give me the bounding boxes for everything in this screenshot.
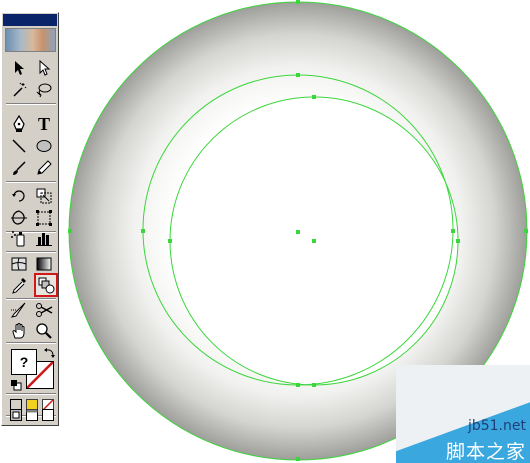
warp-icon xyxy=(11,210,27,225)
anchor-point[interactable] xyxy=(296,73,300,77)
scissors-tool[interactable] xyxy=(33,299,55,321)
mesh-tool[interactable] xyxy=(8,253,30,275)
gradient-icon xyxy=(36,257,52,271)
anchor-point[interactable] xyxy=(296,457,300,461)
fill-stroke-controls: ? xyxy=(8,347,58,395)
toolbox-divider xyxy=(6,342,56,344)
type-icon: T xyxy=(37,113,50,134)
anchor-point[interactable] xyxy=(296,0,300,4)
symbol-sprayer-tool[interactable] xyxy=(8,227,30,249)
arrow-icon xyxy=(15,61,24,75)
magic-wand-icon xyxy=(13,82,27,97)
brush-icon xyxy=(13,161,26,175)
hollow-arrow-icon xyxy=(39,60,51,76)
hand-tool[interactable] xyxy=(8,320,30,342)
blend-icon xyxy=(38,277,55,294)
ellipse-icon xyxy=(36,140,52,152)
ellipse-tool[interactable] xyxy=(33,135,55,157)
lasso-icon xyxy=(36,83,52,98)
watermark: jb51.net 脚本之家 xyxy=(396,365,530,463)
default-colors-icon[interactable] xyxy=(10,379,22,391)
pen-icon xyxy=(13,115,25,132)
center-point[interactable] xyxy=(296,230,300,234)
anchor-point[interactable] xyxy=(456,239,460,243)
paintbrush-tool[interactable] xyxy=(8,157,30,179)
free-transform-tool[interactable] xyxy=(33,207,55,229)
mesh-icon xyxy=(11,257,27,271)
scissors-icon xyxy=(36,303,53,317)
line-icon xyxy=(12,139,26,153)
standard-screen-icon[interactable] xyxy=(10,409,22,421)
rotate-icon xyxy=(12,190,25,202)
center-point[interactable] xyxy=(312,239,316,243)
slice-tool[interactable] xyxy=(8,299,30,321)
lasso-tool[interactable] xyxy=(33,79,55,101)
watermark-site-name: 脚本之家 xyxy=(445,441,526,463)
fill-swatch[interactable]: ? xyxy=(11,349,37,375)
anchor-point[interactable] xyxy=(312,383,316,387)
toolbox-divider xyxy=(6,181,56,183)
hand-icon xyxy=(12,323,25,339)
slice-icon xyxy=(10,302,26,318)
eyedropper-icon xyxy=(12,278,26,294)
anchor-point[interactable] xyxy=(451,229,455,233)
blend-tool[interactable] xyxy=(34,273,58,297)
anchor-point[interactable] xyxy=(141,229,145,233)
gradient-tool[interactable] xyxy=(33,253,55,275)
anchor-point[interactable] xyxy=(312,95,316,99)
type-tool[interactable]: T xyxy=(33,113,55,135)
toolbox-titlebar[interactable] xyxy=(3,14,57,26)
line-tool[interactable] xyxy=(8,135,30,157)
anchor-point[interactable] xyxy=(68,229,72,233)
full-screen-icon[interactable] xyxy=(42,409,54,421)
swap-fill-stroke-icon[interactable] xyxy=(44,347,56,359)
pencil-icon xyxy=(37,160,52,175)
graph-tool[interactable] xyxy=(33,227,55,249)
anchor-point[interactable] xyxy=(296,383,300,387)
full-screen-menu-icon[interactable] xyxy=(26,409,38,421)
toolbox-divider xyxy=(6,393,56,395)
anchor-point[interactable] xyxy=(168,239,172,243)
free-transform-icon xyxy=(36,210,52,226)
selection-tool[interactable] xyxy=(8,57,30,79)
pen-tool[interactable] xyxy=(8,113,30,135)
magic-wand-tool[interactable] xyxy=(8,79,30,101)
eyedropper-tool[interactable] xyxy=(8,275,30,297)
pencil-tool[interactable] xyxy=(33,157,55,179)
direct-selection-tool[interactable] xyxy=(33,57,55,79)
rotate-tool[interactable] xyxy=(8,185,30,207)
sprayer-icon xyxy=(11,231,25,247)
zoom-tool[interactable] xyxy=(33,320,55,342)
scale-tool[interactable] xyxy=(33,185,55,207)
toolbox-banner-image[interactable] xyxy=(5,28,56,52)
watermark-url: jb51.net xyxy=(467,418,526,434)
scale-icon xyxy=(36,188,52,204)
warp-tool[interactable] xyxy=(8,207,30,229)
toolbox-divider xyxy=(6,103,56,105)
toolbox: T ? xyxy=(1,12,59,426)
bar-graph-icon xyxy=(36,233,52,246)
magnifier-icon xyxy=(36,323,52,339)
anchor-point[interactable] xyxy=(524,229,528,233)
